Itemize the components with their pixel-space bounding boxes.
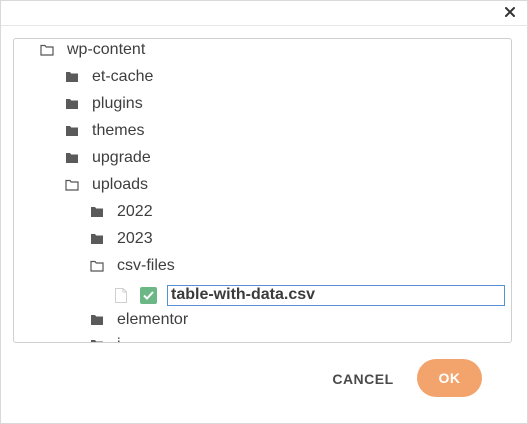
tree-item-partial[interactable]: i <box>90 334 121 342</box>
folder-closed-icon <box>90 233 104 245</box>
tree-item-label: upgrade <box>92 149 151 166</box>
tree-item-upgrade[interactable]: upgrade <box>65 147 151 169</box>
tree-item-themes[interactable]: themes <box>65 120 144 142</box>
folder-open-icon <box>40 44 54 56</box>
folder-closed-icon <box>65 71 79 83</box>
tree-item-csv-files[interactable]: csv-files <box>90 255 175 277</box>
ok-button[interactable]: OK <box>417 359 482 397</box>
folder-closed-icon <box>65 98 79 110</box>
close-button[interactable] <box>503 3 517 21</box>
tree-item-plugins[interactable]: plugins <box>65 93 143 115</box>
folder-closed-icon <box>90 206 104 218</box>
tree-item-label: i <box>117 334 121 342</box>
rename-input[interactable] <box>167 284 505 306</box>
tree-item-label: csv-files <box>117 257 175 274</box>
tree-item-label: elementor <box>117 311 189 328</box>
tree-item-2022[interactable]: 2022 <box>90 201 153 223</box>
tree-item-2023[interactable]: 2023 <box>90 228 153 250</box>
tree-item-label: themes <box>92 122 145 139</box>
tree-item-label: uploads <box>92 176 149 193</box>
tree-item-label: 2022 <box>117 203 153 220</box>
folder-closed-icon <box>90 339 104 342</box>
tree-item-et-cache[interactable]: et-cache <box>65 66 153 88</box>
tree-item-elementor[interactable]: elementor <box>90 309 188 331</box>
folder-open-icon <box>65 179 79 191</box>
tree-item-label: plugins <box>92 95 143 112</box>
file-checkbox[interactable] <box>140 286 157 304</box>
folder-closed-icon <box>65 152 79 164</box>
cancel-button[interactable]: CANCEL <box>329 361 397 397</box>
folder-closed-icon <box>90 314 104 326</box>
file-picker-dialog: wp-content et-cache plugins themes upgra… <box>0 0 528 424</box>
checkmark-icon <box>143 290 154 300</box>
tree-item-label: et-cache <box>92 68 154 85</box>
close-icon <box>505 7 515 17</box>
tree-item-wp-content[interactable]: wp-content <box>40 39 145 61</box>
tree-item-label: wp-content <box>67 41 146 58</box>
tree-item-file[interactable] <box>115 284 505 306</box>
folder-closed-icon <box>65 125 79 137</box>
tree-item-label: 2023 <box>117 230 153 247</box>
file-icon <box>115 287 127 303</box>
folder-tree[interactable]: wp-content et-cache plugins themes upgra… <box>13 38 512 343</box>
header-divider <box>1 25 528 26</box>
tree-item-uploads[interactable]: uploads <box>65 174 148 196</box>
folder-open-icon <box>90 260 104 272</box>
